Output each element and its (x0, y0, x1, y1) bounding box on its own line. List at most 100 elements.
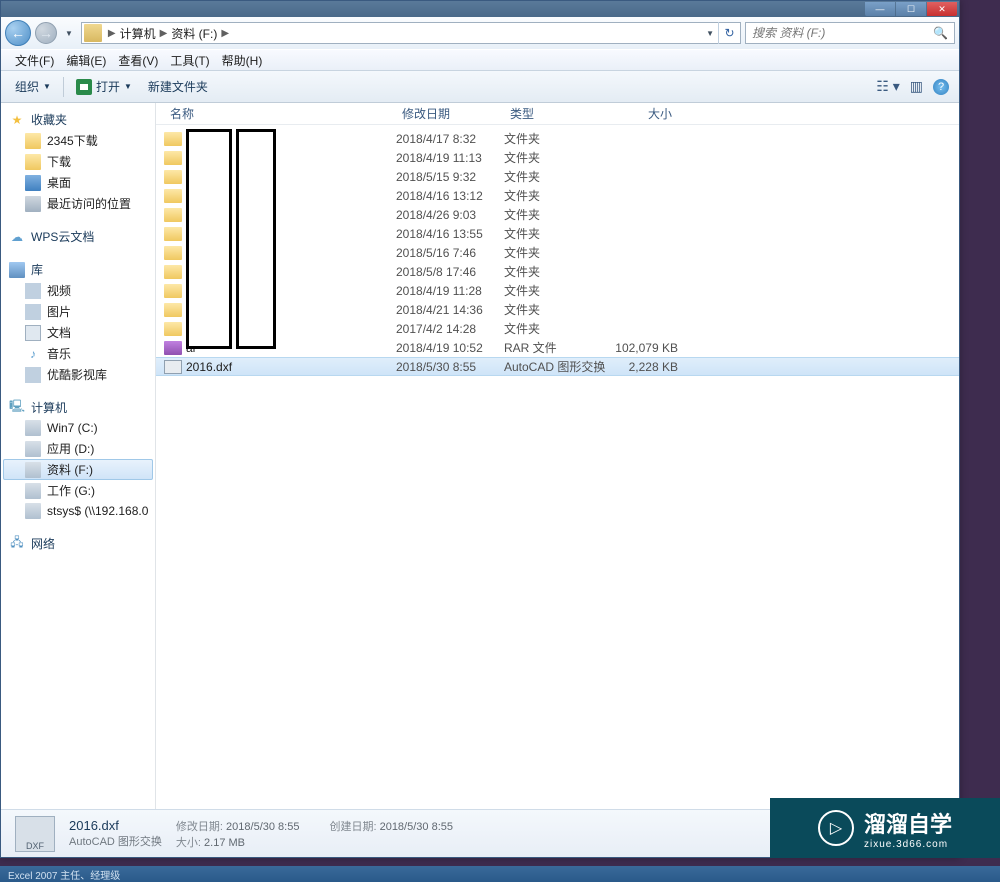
menu-file[interactable]: 文件(F) (9, 52, 60, 69)
sidebar-item-f[interactable]: 资料 (F:) (3, 459, 153, 480)
redaction-box (236, 129, 276, 349)
menu-help[interactable]: 帮助(H) (216, 52, 269, 69)
document-icon (25, 325, 41, 341)
minimize-button[interactable]: — (865, 2, 895, 16)
file-date: 2018/5/15 9:32 (396, 170, 504, 184)
computer-icon: 🖳 (9, 400, 25, 416)
chevron-right-icon: ▶ (156, 28, 172, 39)
column-size[interactable]: 大小 (608, 105, 678, 122)
close-button[interactable]: ✕ (927, 2, 957, 16)
maximize-button[interactable]: ☐ (896, 2, 926, 16)
file-row[interactable]: 2017/4/2 14:28文件夹 (156, 319, 959, 338)
drive-icon (25, 441, 41, 457)
open-button[interactable]: 打开▼ (72, 76, 136, 97)
path-dropdown[interactable]: ▼ (702, 29, 718, 38)
folder-icon (164, 189, 182, 203)
file-row[interactable]: 2018/4/26 9:03文件夹 (156, 205, 959, 224)
refresh-button[interactable]: ↻ (718, 22, 740, 44)
sidebar-item-g[interactable]: 工作 (G:) (3, 480, 153, 501)
file-type: AutoCAD 图形交换 (504, 358, 608, 375)
view-options-button[interactable]: ☷ ▾ (876, 78, 899, 95)
history-dropdown[interactable]: ▼ (61, 29, 77, 38)
sidebar-network[interactable]: 🖧 网络 (3, 533, 153, 554)
file-row[interactable]: 2018/4/17 8:32文件夹 (156, 129, 959, 148)
menu-tools[interactable]: 工具(T) (164, 52, 215, 69)
toolbar: 组织▼ 打开▼ 新建文件夹 ☷ ▾ ▥ ? (1, 71, 959, 103)
menu-edit[interactable]: 编辑(E) (60, 52, 112, 69)
details-size: 2.17 MB (204, 837, 245, 849)
file-type: 文件夹 (504, 282, 608, 299)
crumb-computer[interactable]: 计算机 (120, 25, 156, 42)
sidebar-item-pictures[interactable]: 图片 (3, 301, 153, 322)
sidebar-item-video[interactable]: 视频 (3, 280, 153, 301)
file-type: 文件夹 (504, 187, 608, 204)
sidebar-item-netdrive[interactable]: stsys$ (\\192.168.0 (3, 501, 153, 521)
sidebar-favorites[interactable]: ★ 收藏夹 (3, 109, 153, 130)
help-icon[interactable]: ? (933, 79, 949, 95)
sidebar-libraries[interactable]: 库 (3, 259, 153, 280)
organize-button[interactable]: 组织▼ (11, 76, 55, 97)
file-type: 文件夹 (504, 244, 608, 261)
file-size: 102,079 KB (608, 341, 678, 355)
new-folder-button[interactable]: 新建文件夹 (144, 76, 212, 97)
drive-icon (25, 420, 41, 436)
details-created: 2018/5/30 8:55 (380, 821, 453, 833)
sidebar-item-c[interactable]: Win7 (C:) (3, 418, 153, 438)
search-icon[interactable]: 🔍 (933, 26, 948, 40)
main-area: ★ 收藏夹 2345下载 下载 桌面 最近访问的位置 ☁ WPS云文档 库 (1, 103, 959, 809)
folder-icon (164, 132, 182, 146)
forward-button[interactable]: → (35, 22, 57, 44)
file-row[interactable]: 2018/4/19 11:13文件夹 (156, 148, 959, 167)
file-row[interactable]: ar2018/4/19 10:52RAR 文件102,079 KB (156, 338, 959, 357)
play-icon: ▷ (818, 810, 854, 846)
preview-pane-button[interactable]: ▥ (910, 78, 923, 95)
music-icon: ♪ (25, 346, 41, 362)
file-date: 2018/4/19 10:52 (396, 341, 504, 355)
details-filename: 2016.dxf (69, 818, 162, 833)
crumb-drive[interactable]: 资料 (F:) (171, 25, 217, 42)
sidebar-item-d[interactable]: 应用 (D:) (3, 438, 153, 459)
drive-icon (84, 24, 102, 42)
search-input[interactable] (752, 26, 933, 40)
sidebar-item-desktop[interactable]: 桌面 (3, 172, 153, 193)
file-row[interactable]: 2018/4/21 14:36文件夹 (156, 300, 959, 319)
sidebar-item-downloads[interactable]: 下载 (3, 151, 153, 172)
search-box[interactable]: 🔍 (745, 22, 955, 44)
separator (63, 77, 64, 97)
rar-icon (164, 341, 182, 355)
back-button[interactable]: ← (5, 20, 31, 46)
breadcrumb[interactable]: ▶ 计算机 ▶ 资料 (F:) ▶ ▼ ↻ (81, 22, 741, 44)
file-date: 2018/4/21 14:36 (396, 303, 504, 317)
sidebar-wps[interactable]: ☁ WPS云文档 (3, 226, 153, 247)
file-date: 2018/4/19 11:28 (396, 284, 504, 298)
desktop-icon (25, 175, 41, 191)
column-name[interactable]: 名称 (164, 105, 396, 122)
file-type: 文件夹 (504, 149, 608, 166)
file-row[interactable]: 2018/5/16 7:46文件夹 (156, 243, 959, 262)
sidebar-item-documents[interactable]: 文档 (3, 322, 153, 343)
column-date[interactable]: 修改日期 (396, 105, 504, 122)
redaction-box (186, 129, 232, 349)
nav-bar: ← → ▼ ▶ 计算机 ▶ 资料 (F:) ▶ ▼ ↻ 🔍 (1, 17, 959, 49)
file-row[interactable]: nload2018/5/15 9:32文件夹 (156, 167, 959, 186)
file-row[interactable]: 2018/4/19 11:28文件夹 (156, 281, 959, 300)
sidebar-item-music[interactable]: ♪音乐 (3, 343, 153, 364)
titlebar: — ☐ ✕ (1, 1, 959, 17)
sidebar-item-recent[interactable]: 最近访问的位置 (3, 193, 153, 214)
folder-icon (164, 151, 182, 165)
drive-icon (25, 483, 41, 499)
menu-view[interactable]: 查看(V) (112, 52, 164, 69)
file-row[interactable]: 2018/5/8 17:46文件夹 (156, 262, 959, 281)
sidebar-item-2345[interactable]: 2345下载 (3, 130, 153, 151)
file-row[interactable]: 2018/4/16 13:55文件夹 (156, 224, 959, 243)
column-type[interactable]: 类型 (504, 105, 608, 122)
folder-icon (25, 154, 41, 170)
sidebar-item-youku[interactable]: 优酷影视库 (3, 364, 153, 385)
file-row[interactable]: 2016.dxf2018/5/30 8:55AutoCAD 图形交换2,228 … (156, 357, 959, 376)
file-date: 2018/5/16 7:46 (396, 246, 504, 260)
sidebar-computer[interactable]: 🖳 计算机 (3, 397, 153, 418)
folder-icon (164, 246, 182, 260)
file-row[interactable]: 2018/4/16 13:12文件夹 (156, 186, 959, 205)
star-icon: ★ (9, 112, 25, 128)
watermark: ▷ 溜溜自学 zixue.3d66.com (770, 798, 1000, 858)
